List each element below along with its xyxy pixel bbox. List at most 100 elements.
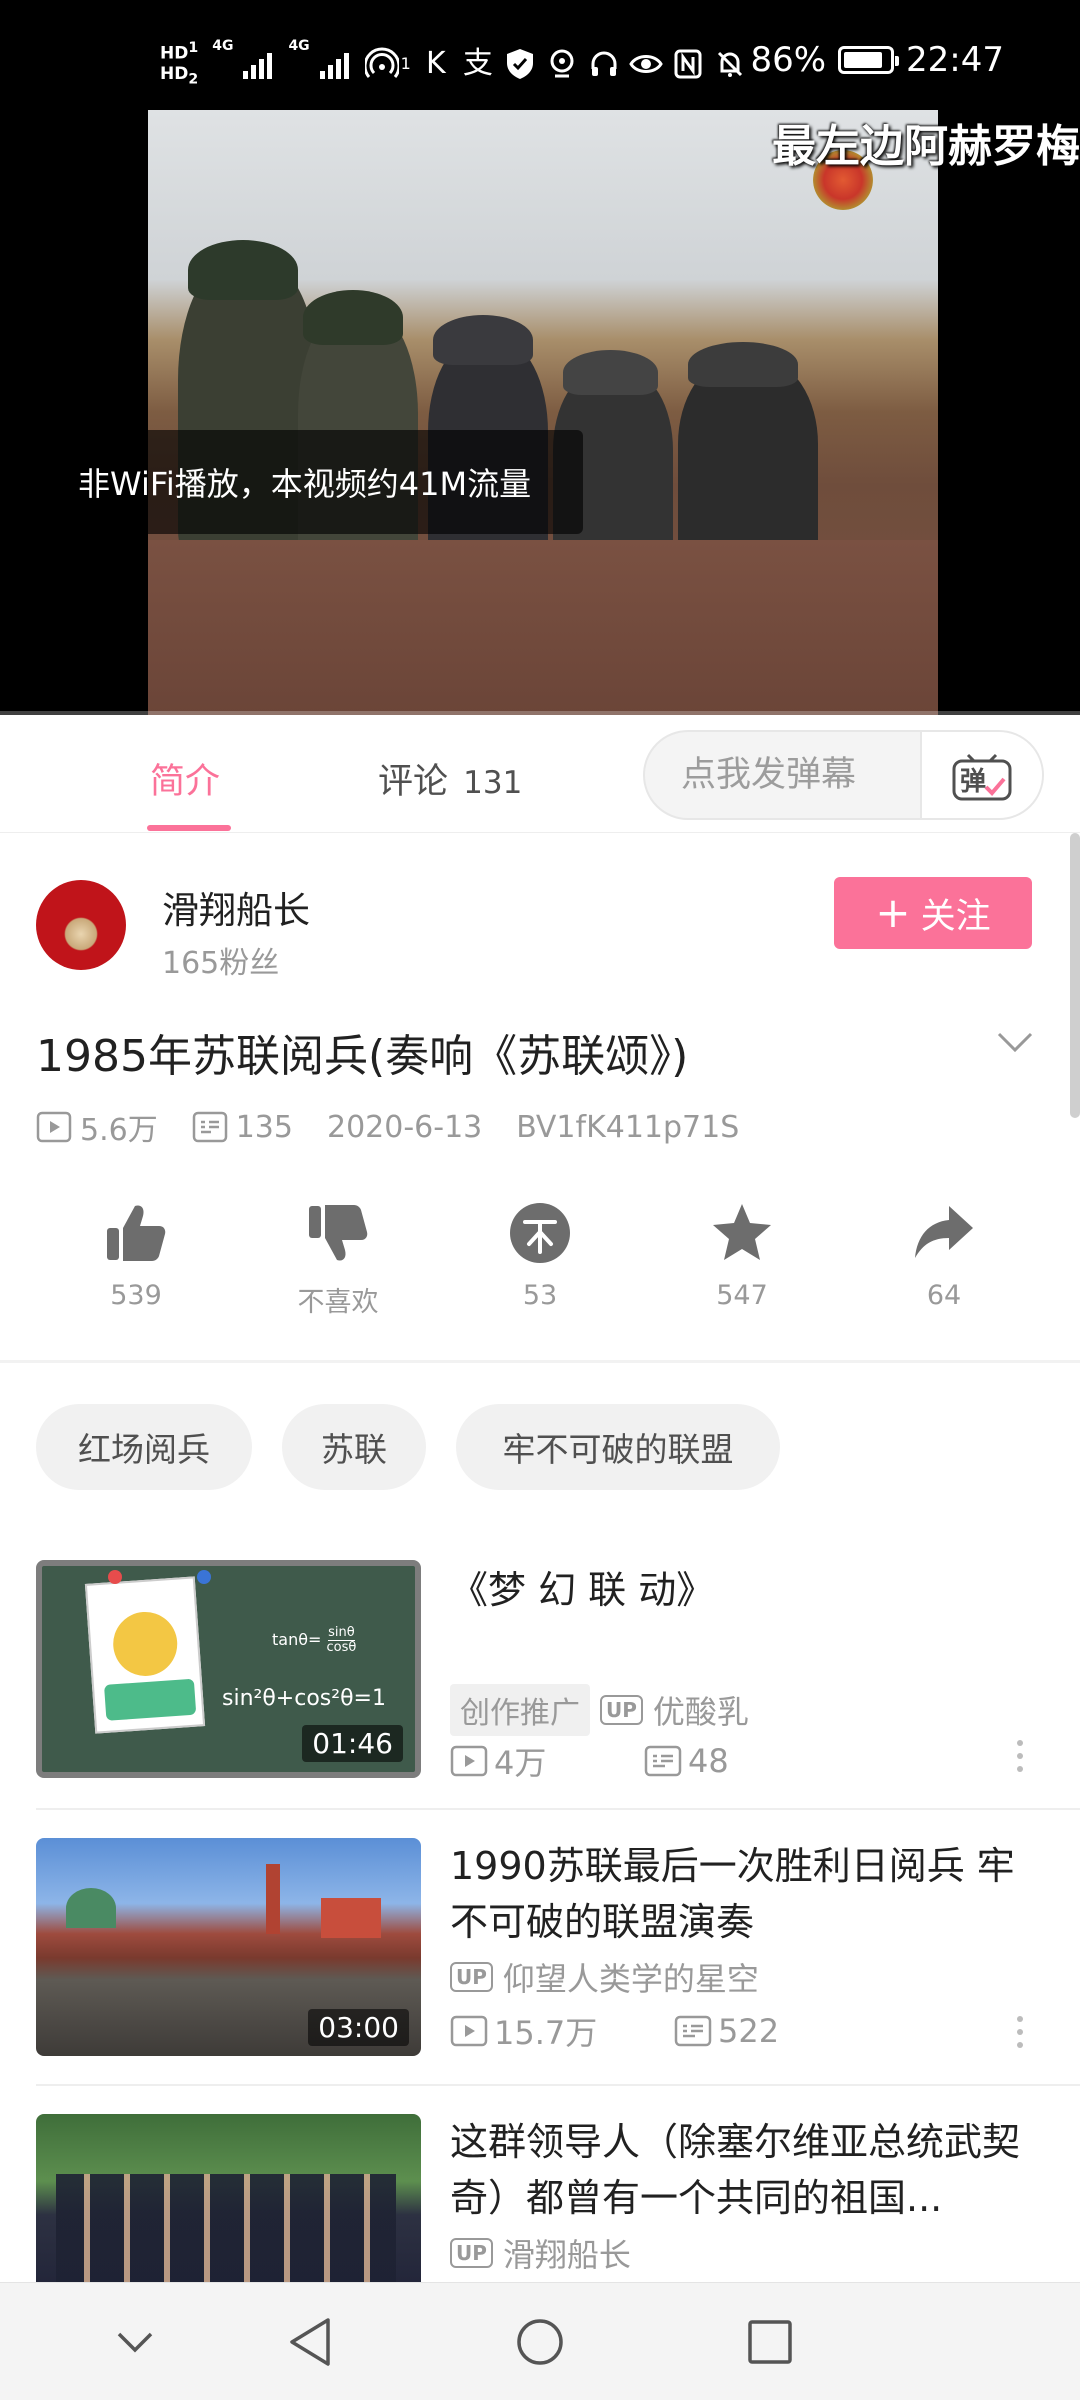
active-tab-indicator xyxy=(147,825,231,831)
related-thumbnail[interactable]: tanθ= sinθ cosθ sin²θ+cos²θ=1 01:46 xyxy=(36,1560,421,1778)
related-title[interactable]: 1990苏联最后一次胜利日阅兵 牢不可破的联盟演奏 xyxy=(450,1838,1050,1950)
tag-chip[interactable]: 红场阅兵 xyxy=(36,1404,252,1490)
more-options-icon[interactable] xyxy=(1010,1740,1030,1772)
nfc-icon xyxy=(671,47,705,81)
comments-count: 131 xyxy=(463,765,523,801)
related-owner: UP 滑翔船长 xyxy=(450,2230,631,2276)
video-duration: 01:46 xyxy=(302,1725,403,1762)
tag-chip[interactable]: 苏联 xyxy=(282,1404,426,1490)
eye-icon xyxy=(629,47,663,81)
hotspot-icon xyxy=(364,47,399,81)
danmaku-box: 弹 xyxy=(643,730,1044,820)
like-count: 539 xyxy=(110,1280,162,1311)
video-meta: 5.6万 135 2020-6-13 BV1fK411p71S xyxy=(36,1105,739,1149)
related-stats: 4万 48 xyxy=(450,1738,729,1784)
battery-icon xyxy=(838,46,900,74)
signal-icon-2 xyxy=(319,49,349,79)
share-icon xyxy=(911,1200,977,1270)
up-badge: UP xyxy=(600,1695,643,1725)
play-count-icon xyxy=(450,2015,488,2047)
network-type-1: 4G xyxy=(212,38,234,54)
play-count-icon xyxy=(36,1111,72,1143)
related-stats: 15.7万 522 xyxy=(450,2008,779,2054)
list-divider xyxy=(36,1808,1080,1810)
coin-button[interactable]: 53 xyxy=(470,1200,610,1311)
status-bar: HD1 HD2 4G 4G 1 K 支 86% 22:47 xyxy=(0,0,1080,110)
related-thumbnail[interactable] xyxy=(36,2114,421,2282)
share-button[interactable]: 64 xyxy=(874,1200,1014,1311)
section-divider xyxy=(0,1360,1080,1363)
thumbs-down-icon xyxy=(305,1200,371,1270)
view-count: 5.6万 xyxy=(80,1113,158,1148)
thumbnail-paper xyxy=(84,1576,206,1734)
signal-icon-1 xyxy=(243,49,273,79)
danmaku-count: 135 xyxy=(235,1109,293,1145)
back-icon[interactable] xyxy=(250,2283,370,2400)
list-divider xyxy=(36,2084,1080,2086)
shield-icon xyxy=(503,47,537,81)
home-icon[interactable] xyxy=(480,2283,600,2400)
recents-icon[interactable] xyxy=(710,2283,830,2400)
headset-icon xyxy=(587,47,621,81)
chevron-down-icon[interactable] xyxy=(995,1030,1035,1058)
star-icon xyxy=(709,1200,775,1270)
danmaku-glyph: 弹 xyxy=(960,767,987,797)
danmaku-tv-icon: 弹 xyxy=(950,747,1014,803)
hd-indicator: HD1 HD2 xyxy=(160,40,199,88)
video-subtitle-overlay: 最左边阿赫罗梅 xyxy=(772,121,1080,172)
tag-chip[interactable]: 牢不可破的联盟 xyxy=(456,1404,780,1490)
related-owner: 创作推广 UP 优酸乳 xyxy=(450,1684,749,1736)
uploader-fans: 165粉丝 xyxy=(162,946,280,981)
video-player[interactable]: HD1 HD2 4G 4G 1 K 支 86% 22:47 最左边阿赫罗梅 非W… xyxy=(0,0,1080,715)
app-k-icon: K xyxy=(426,45,446,81)
hotspot-count: 1 xyxy=(400,54,411,74)
thumbnail-formula-1: tanθ= sinθ cosθ xyxy=(272,1625,357,1655)
follow-button[interactable]: + 关注 xyxy=(834,877,1032,949)
thumbnail-formula-2: sin²θ+cos²θ=1 xyxy=(222,1686,386,1711)
dislike-button[interactable]: 不喜欢 xyxy=(268,1200,408,1319)
coin-count: 53 xyxy=(522,1280,558,1311)
tab-comments[interactable]: 评论 131 xyxy=(378,753,522,804)
chevron-down-icon[interactable] xyxy=(75,2283,195,2400)
video-title: 1985年苏联阅兵(奏响《苏联颂》) xyxy=(36,1031,689,1082)
share-count: 64 xyxy=(926,1280,962,1311)
system-nav-bar xyxy=(0,2282,1080,2400)
uploader-name[interactable]: 滑翔船长 xyxy=(162,880,310,934)
related-title[interactable]: 这群领导人（除塞尔维亚总统武契奇）都曾有一个共同的祖国... xyxy=(450,2114,1050,2226)
related-thumbnail[interactable]: 03:00 xyxy=(36,1838,421,2056)
tab-intro[interactable]: 简介 xyxy=(150,753,220,804)
danmaku-count-icon xyxy=(192,1111,228,1143)
up-badge: UP xyxy=(450,2238,493,2268)
danmaku-toggle-button[interactable]: 弹 xyxy=(920,732,1042,818)
action-bar: 539 不喜欢 53 547 64 xyxy=(0,1200,1080,1360)
location-icon xyxy=(545,47,579,81)
video-frame xyxy=(148,110,938,715)
plus-icon: + xyxy=(875,888,911,937)
mute-bell-icon xyxy=(713,47,747,81)
danmaku-count-icon xyxy=(674,2015,712,2047)
publish-date: 2020-6-13 xyxy=(326,1109,483,1145)
battery-percent: 86% xyxy=(750,40,827,80)
clock: 22:47 xyxy=(906,40,1004,80)
video-duration: 03:00 xyxy=(308,2009,409,2046)
favorite-count: 547 xyxy=(716,1280,768,1311)
like-button[interactable]: 539 xyxy=(66,1200,206,1311)
alipay-icon: 支 xyxy=(462,45,493,81)
thumbs-up-icon xyxy=(103,1200,169,1270)
related-owner: UP 仰望人类学的星空 xyxy=(450,1954,759,2000)
related-title[interactable]: 《梦 幻 联 动》 xyxy=(450,1562,1050,1618)
network-type-2: 4G xyxy=(288,38,310,54)
uploader-avatar[interactable] xyxy=(36,880,126,970)
scrollbar[interactable] xyxy=(1070,833,1080,1118)
data-usage-toast: 非WiFi播放，本视频约41M流量 xyxy=(48,430,583,534)
dislike-label: 不喜欢 xyxy=(297,1287,379,1318)
bv-id: BV1fK411p71S xyxy=(516,1109,740,1145)
promo-badge: 创作推广 xyxy=(450,1684,590,1736)
favorite-button[interactable]: 547 xyxy=(672,1200,812,1311)
more-options-icon[interactable] xyxy=(1010,2016,1030,2048)
up-badge: UP xyxy=(450,1962,493,1992)
danmaku-input[interactable] xyxy=(645,732,922,818)
danmaku-count-icon xyxy=(644,1745,682,1777)
coin-icon xyxy=(507,1200,573,1270)
play-count-icon xyxy=(450,1745,488,1777)
